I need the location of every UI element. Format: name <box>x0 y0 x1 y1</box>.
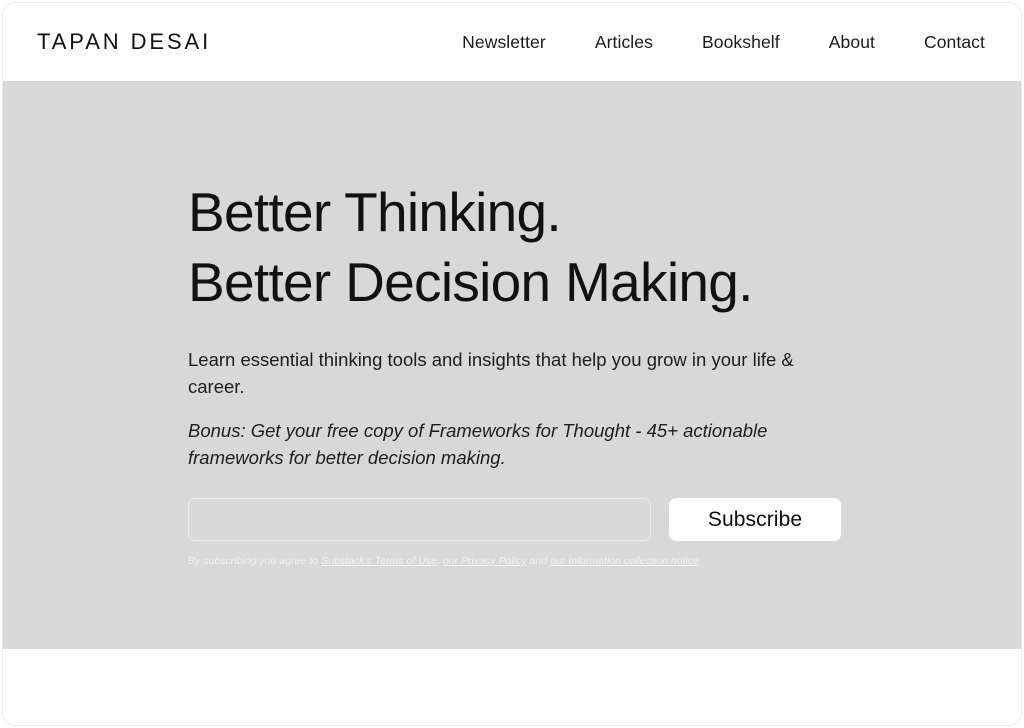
link-privacy-policy[interactable]: our Privacy Policy <box>443 555 527 567</box>
subscribe-button[interactable]: Subscribe <box>669 498 841 541</box>
legal-separator-2: and <box>526 555 551 567</box>
nav-item-about[interactable]: About <box>829 26 875 59</box>
nav-item-contact[interactable]: Contact <box>924 26 985 59</box>
headline-line-1: Better Thinking. <box>188 181 562 243</box>
site-header: TAPAN DESAI Newsletter Articles Bookshel… <box>3 3 1021 81</box>
hero-bonus-text: Bonus: Get your free copy of Frameworks … <box>188 420 768 468</box>
link-terms-of-use[interactable]: Substack's Terms of Use <box>321 555 437 567</box>
hero-section: Better Thinking. Better Decision Making.… <box>3 81 1021 649</box>
nav-item-bookshelf[interactable]: Bookshelf <box>702 26 780 59</box>
hero-content: Better Thinking. Better Decision Making.… <box>188 81 888 567</box>
below-fold-area <box>3 649 1021 725</box>
nav-item-newsletter[interactable]: Newsletter <box>462 26 546 59</box>
legal-prefix: By subscribing you agree to <box>188 555 322 567</box>
page-title: Better Thinking. Better Decision Making. <box>188 177 888 317</box>
email-input[interactable] <box>188 498 651 541</box>
site-logo[interactable]: TAPAN DESAI <box>37 29 211 55</box>
subscribe-form: Subscribe <box>188 498 888 541</box>
headline-line-2: Better Decision Making. <box>188 251 753 313</box>
browser-viewport: TAPAN DESAI Newsletter Articles Bookshel… <box>0 0 1024 728</box>
subscribe-legal-notice: By subscribing you agree to Substack's T… <box>188 555 888 567</box>
link-information-collection-notice[interactable]: our Information collection notice <box>550 555 699 567</box>
page-card: TAPAN DESAI Newsletter Articles Bookshel… <box>2 2 1022 726</box>
nav-item-articles[interactable]: Articles <box>595 26 653 59</box>
primary-navigation: Newsletter Articles Bookshelf About Cont… <box>462 26 989 59</box>
hero-subcopy: Learn essential thinking tools and insig… <box>188 349 794 397</box>
